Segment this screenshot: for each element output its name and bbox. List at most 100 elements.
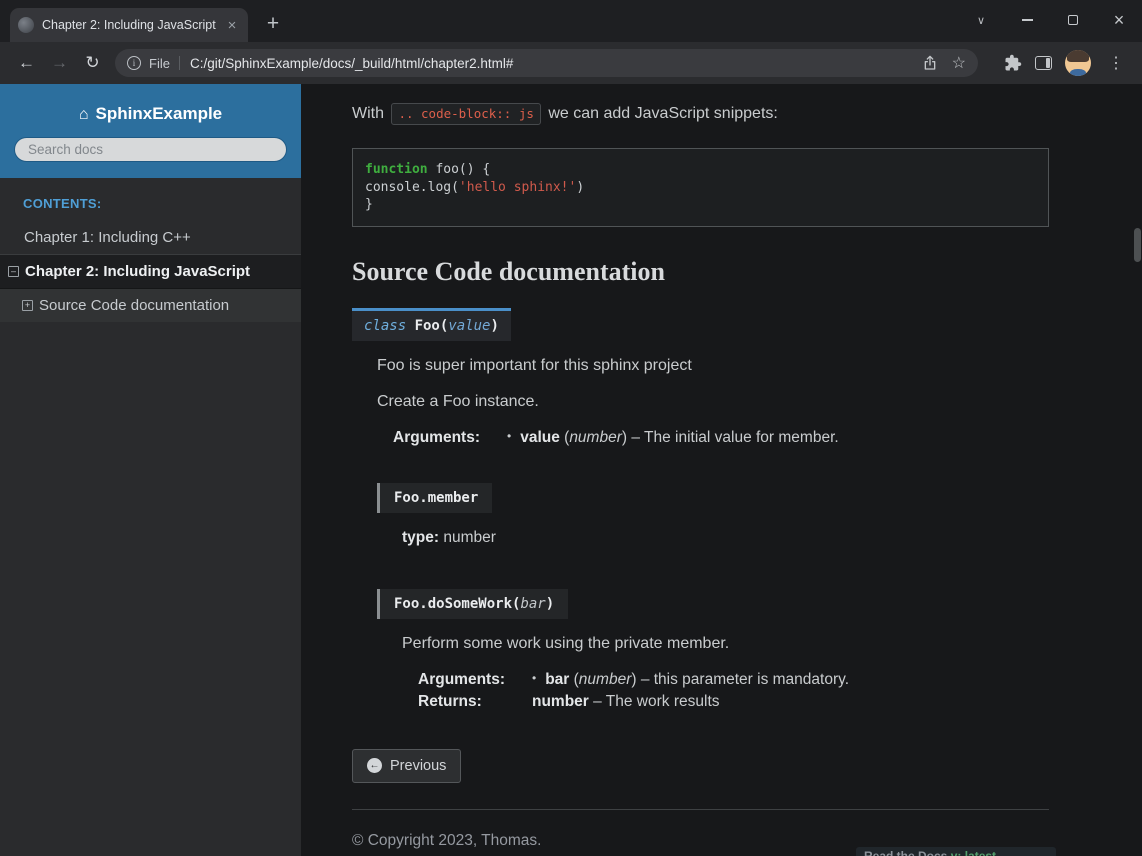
text-segment: v: latest bbox=[951, 849, 996, 856]
previous-button[interactable]: ← Previous bbox=[352, 749, 461, 783]
sidebar-item-chapter2[interactable]: – Chapter 2: Including JavaScript bbox=[0, 254, 301, 289]
expand-icon[interactable]: + bbox=[22, 300, 33, 311]
kebab-menu-icon[interactable]: ⋮ bbox=[1104, 53, 1128, 73]
text-segment: Foo.member bbox=[394, 490, 478, 506]
footer-divider bbox=[352, 809, 1049, 810]
sidebar-search-area: ⌂ SphinxExample bbox=[0, 84, 301, 178]
previous-label: Previous bbox=[390, 758, 446, 774]
forward-button[interactable]: → bbox=[43, 47, 76, 80]
tab-title: Chapter 2: Including JavaScript – bbox=[42, 18, 216, 32]
text-segment: bar bbox=[545, 671, 569, 688]
code-line: function foo() { bbox=[365, 161, 1036, 179]
text-segment: ( bbox=[560, 429, 569, 446]
bookmark-star-icon[interactable]: ☆ bbox=[952, 53, 966, 73]
page-info-icon[interactable]: i bbox=[127, 56, 141, 70]
text-segment: value bbox=[448, 318, 490, 334]
search-input[interactable] bbox=[14, 137, 287, 162]
titlebar: Chapter 2: Including JavaScript – × + ∨ … bbox=[0, 0, 1142, 42]
text-segment: ) bbox=[490, 318, 498, 334]
arguments-field: Arguments: •value (number) – The initial… bbox=[393, 429, 1049, 447]
text-segment: – The work results bbox=[589, 693, 720, 710]
field-label: Returns: bbox=[418, 693, 514, 711]
class-description: Foo is super important for this sphinx p… bbox=[377, 355, 1049, 711]
maximize-icon bbox=[1068, 15, 1078, 25]
extensions-puzzle-icon[interactable] bbox=[1004, 54, 1022, 72]
code-block: function foo() { console.log('hello sphi… bbox=[352, 148, 1049, 227]
code-token: console.log( bbox=[365, 180, 459, 195]
back-button[interactable]: ← bbox=[10, 47, 43, 80]
field-body: number – The work results bbox=[514, 693, 720, 711]
brand-link[interactable]: ⌂ SphinxExample bbox=[14, 104, 287, 124]
browser-window: Chapter 2: Including JavaScript – × + ∨ … bbox=[0, 0, 1142, 856]
method-summary: Perform some work using the private memb… bbox=[402, 633, 1049, 655]
url-text: C:/git/SphinxExample/docs/_build/html/ch… bbox=[190, 56, 908, 71]
maximize-button[interactable] bbox=[1050, 0, 1096, 40]
field-label: Arguments: bbox=[393, 429, 489, 447]
text-segment: type: bbox=[402, 529, 439, 546]
new-tab-button[interactable]: + bbox=[260, 11, 286, 37]
reload-button[interactable]: ↻ bbox=[76, 47, 109, 80]
readthedocs-flyout[interactable]: Read the Docs v: latest bbox=[856, 847, 1056, 856]
method-signature: Foo.doSomeWork(bar) bbox=[377, 589, 568, 619]
field-label: Arguments: bbox=[418, 671, 514, 689]
text-segment: Foo.doSomeWork bbox=[394, 596, 512, 612]
text-segment: With bbox=[352, 105, 388, 122]
text-segment: ) bbox=[546, 596, 554, 612]
window-controls: ∨ × bbox=[958, 0, 1142, 40]
contents-caption: CONTENTS: bbox=[0, 178, 301, 221]
member-type: type: number bbox=[402, 527, 1049, 549]
code-line: } bbox=[365, 196, 1036, 214]
member-description: type: number bbox=[402, 527, 1049, 549]
globe-favicon-icon bbox=[18, 17, 34, 33]
page-viewport: ⌂ SphinxExample CONTENTS: Chapter 1: Incl… bbox=[0, 84, 1142, 856]
titlebar-chevron-icon[interactable]: ∨ bbox=[958, 0, 1004, 40]
text-segment: number bbox=[532, 693, 589, 710]
text-segment: ) – this parameter is mandatory. bbox=[631, 671, 849, 688]
code-line: console.log('hello sphinx!') bbox=[365, 179, 1036, 197]
field-body: •value (number) – The initial value for … bbox=[489, 429, 839, 447]
scrollbar-thumb[interactable] bbox=[1134, 228, 1141, 262]
minimize-button[interactable] bbox=[1004, 0, 1050, 40]
home-icon: ⌂ bbox=[79, 106, 89, 123]
class-signature: class Foo(value) bbox=[352, 308, 511, 341]
sidebar-item-label: Source Code documentation bbox=[39, 297, 229, 314]
brand-title: SphinxExample bbox=[96, 104, 223, 123]
text-segment: • bbox=[532, 671, 536, 685]
text-segment: number bbox=[569, 429, 622, 446]
text-segment: bar bbox=[520, 596, 545, 612]
profile-avatar[interactable] bbox=[1065, 50, 1091, 76]
close-window-button[interactable]: × bbox=[1096, 0, 1142, 40]
text-segment: number bbox=[439, 529, 496, 546]
text-segment: Foo bbox=[415, 318, 440, 334]
main-content: With .. code-block:: js we can add JavaS… bbox=[301, 84, 1142, 856]
address-bar[interactable]: i File C:/git/SphinxExample/docs/_build/… bbox=[115, 49, 978, 77]
minimize-icon bbox=[1022, 19, 1033, 21]
sidebar-item-source-code[interactable]: + Source Code documentation bbox=[0, 289, 301, 322]
sidebar: ⌂ SphinxExample CONTENTS: Chapter 1: Incl… bbox=[0, 84, 301, 856]
field-body: •bar (number) – this parameter is mandat… bbox=[514, 671, 849, 689]
tab-close-icon[interactable]: × bbox=[224, 17, 240, 34]
text-segment: Read the Docs bbox=[864, 849, 951, 856]
address-separator bbox=[179, 56, 180, 70]
page-scrollbar[interactable] bbox=[1133, 84, 1142, 856]
section-heading: Source Code documentation bbox=[352, 257, 1049, 287]
text-segment: ( bbox=[569, 671, 578, 688]
share-icon[interactable] bbox=[922, 55, 938, 71]
sidebar-item-label: Chapter 2: Including JavaScript bbox=[25, 263, 250, 280]
side-panel-icon[interactable] bbox=[1035, 56, 1052, 70]
text-segment: .. code-block:: js bbox=[391, 103, 540, 125]
arguments-field: Arguments: •bar (number) – this paramete… bbox=[418, 671, 1049, 689]
browser-tab[interactable]: Chapter 2: Including JavaScript – × bbox=[10, 8, 248, 42]
text-segment: ) – The initial value for member. bbox=[622, 429, 839, 446]
text-segment: class bbox=[364, 318, 415, 334]
code-token: } bbox=[365, 197, 373, 212]
code-token: ) bbox=[576, 180, 584, 195]
sidebar-item-chapter1[interactable]: Chapter 1: Including C++ bbox=[0, 221, 301, 254]
member-signature: Foo.member bbox=[377, 483, 492, 513]
code-token: foo() { bbox=[428, 162, 491, 177]
text-segment: we can add JavaScript snippets: bbox=[544, 105, 778, 122]
method-description: Perform some work using the private memb… bbox=[402, 633, 1049, 711]
class-summary: Foo is super important for this sphinx p… bbox=[377, 355, 1049, 377]
collapse-icon[interactable]: – bbox=[8, 266, 19, 277]
returns-field: Returns: number – The work results bbox=[418, 693, 1049, 711]
